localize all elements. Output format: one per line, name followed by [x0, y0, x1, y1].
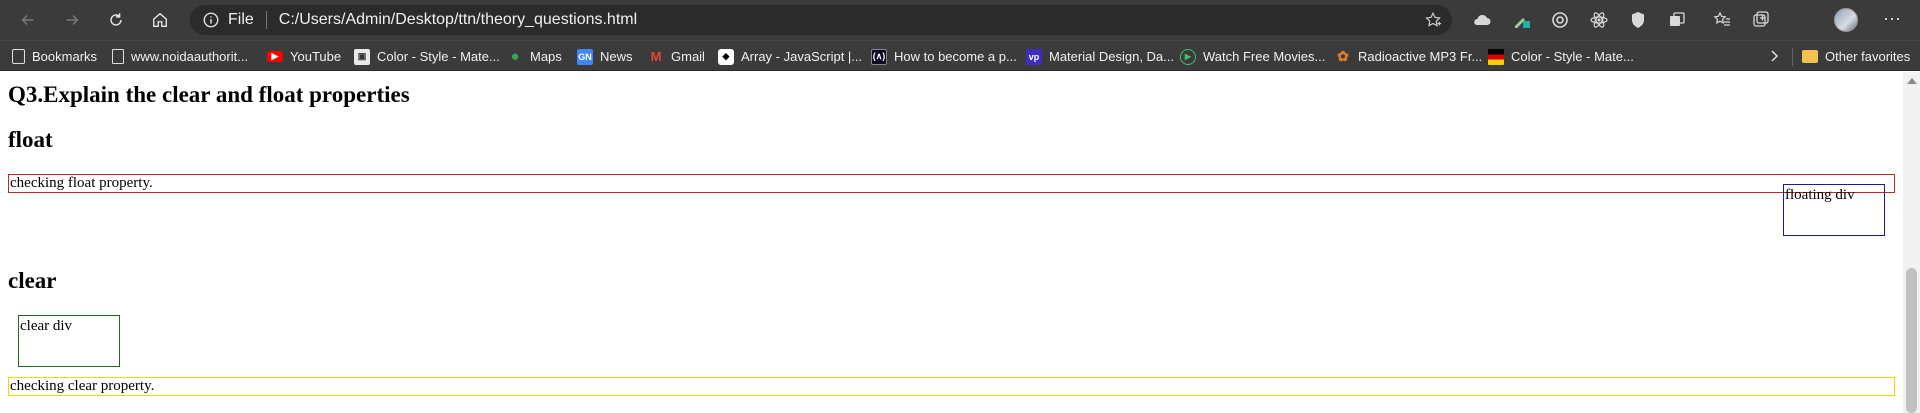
- bookmark-label: Material Design, Da...: [1049, 49, 1174, 64]
- arrow-left-icon: [21, 14, 34, 26]
- freecodecamp-icon: (∧): [871, 48, 887, 65]
- float-heading: float: [8, 127, 53, 152]
- maps-icon: ●: [510, 48, 520, 65]
- profile-avatar[interactable]: [1834, 8, 1858, 32]
- scroll-up-arrow-icon[interactable]: [1907, 78, 1917, 84]
- bookmark-item[interactable]: ◆ Array - JavaScript |...: [718, 41, 862, 72]
- bookmark-label: News: [600, 49, 633, 64]
- bookmark-label: Maps: [530, 49, 562, 64]
- bookmark-label: www.noidaauthorit...: [131, 49, 249, 64]
- bookmarks-icon: [12, 49, 25, 64]
- bookmark-item[interactable]: ✿ Radioactive MP3 Fr...: [1335, 41, 1482, 72]
- bookmark-item[interactable]: www.noidaauthorit...: [112, 41, 248, 72]
- arrow-right-icon: [66, 14, 79, 26]
- scroll-thumb[interactable]: [1906, 268, 1917, 413]
- bookmark-item[interactable]: (∧) How to become a p...: [871, 41, 1017, 72]
- home-button[interactable]: [146, 6, 174, 34]
- react-devtools-icon[interactable]: [1587, 8, 1611, 32]
- home-icon: [153, 12, 167, 27]
- bookmark-label: How to become a p...: [894, 49, 1017, 64]
- forward-button[interactable]: [58, 6, 86, 34]
- cloud-extension-icon[interactable]: [1470, 8, 1494, 32]
- clear-heading: clear: [8, 268, 57, 293]
- eyedropper-extension-icon[interactable]: [1509, 8, 1533, 32]
- play-circle-icon: ▶: [1180, 48, 1196, 65]
- flag-icon: [1488, 48, 1504, 65]
- page-icon: [112, 49, 124, 64]
- add-favorite-icon[interactable]: [1424, 11, 1442, 29]
- address-url[interactable]: C:/Users/Admin/Desktop/ttn/theory_questi…: [279, 11, 637, 29]
- back-button[interactable]: [14, 6, 42, 34]
- bookmark-label: Color - Style - Mate...: [377, 49, 500, 64]
- gmail-icon: M: [650, 49, 662, 64]
- bookmark-label: Array - JavaScript |...: [741, 49, 863, 64]
- material-icon: ▣: [354, 48, 370, 65]
- other-favorites[interactable]: Other favorites: [1802, 41, 1910, 72]
- clear-paragraph: checking clear property.: [8, 377, 1895, 396]
- bookmark-item[interactable]: ● Maps: [507, 41, 562, 72]
- vp-icon: vp: [1026, 48, 1042, 65]
- other-favorites-label: Other favorites: [1825, 49, 1911, 64]
- page-content: Q3.Explain the clear and float propertie…: [0, 72, 1903, 413]
- vertical-scrollbar[interactable]: [1903, 72, 1920, 413]
- info-icon[interactable]: [202, 11, 220, 29]
- address-divider: [265, 11, 267, 29]
- refresh-button[interactable]: [102, 6, 130, 34]
- bookmark-item[interactable]: Bookmarks: [12, 41, 97, 72]
- bookmark-item[interactable]: ▶ YouTube: [267, 41, 341, 72]
- target-extension-icon[interactable]: [1548, 8, 1572, 32]
- bookmarks-bar: Bookmarks www.noidaauthorit... ▶ YouTube…: [0, 40, 1920, 71]
- bookmarks-divider: [1792, 48, 1793, 66]
- news-icon: GN: [577, 48, 593, 65]
- bookmark-label: Radioactive MP3 Fr...: [1358, 49, 1483, 64]
- bookmark-item[interactable]: GN News: [577, 41, 633, 72]
- extensions-area: [1470, 8, 1788, 32]
- bookmark-label: Bookmarks: [32, 49, 98, 64]
- youtube-icon: ▶: [267, 51, 283, 62]
- collections-extension-icon[interactable]: [1665, 8, 1689, 32]
- refresh-icon: [110, 13, 122, 26]
- float-paragraph: checking float property.: [8, 174, 1895, 193]
- clear-div: clear div: [18, 315, 120, 367]
- favorites-icon[interactable]: [1710, 8, 1734, 32]
- question-heading: Q3.Explain the clear and float propertie…: [8, 82, 410, 107]
- collections-icon[interactable]: [1749, 8, 1773, 32]
- address-bar[interactable]: File C:/Users/Admin/Desktop/ttn/theory_q…: [190, 5, 1452, 35]
- bookmark-item[interactable]: vp Material Design, Da...: [1026, 41, 1174, 72]
- bookmark-item[interactable]: Color - Style - Mate...: [1488, 41, 1634, 72]
- folder-icon: [1802, 50, 1818, 63]
- more-options-icon[interactable]: ⋯: [1880, 8, 1904, 32]
- browser-toolbar: File C:/Users/Admin/Desktop/ttn/theory_q…: [0, 0, 1920, 40]
- bookmark-item[interactable]: M Gmail: [648, 41, 705, 72]
- bookmark-label: Watch Free Movies...: [1203, 49, 1326, 64]
- shield-extension-icon[interactable]: [1626, 8, 1650, 32]
- bookmark-item[interactable]: ▶ Watch Free Movies...: [1180, 41, 1325, 72]
- mdn-icon: ◆: [718, 48, 734, 65]
- chevron-right-icon[interactable]: [1766, 48, 1782, 64]
- bookmark-label: Gmail: [671, 49, 705, 64]
- floating-div: floating div: [1783, 184, 1885, 236]
- paw-icon: ✿: [1337, 48, 1349, 64]
- bookmark-item[interactable]: ▣ Color - Style - Mate...: [354, 41, 500, 72]
- bookmark-label: YouTube: [290, 49, 342, 64]
- address-scheme: File: [228, 11, 254, 28]
- bookmark-label: Color - Style - Mate...: [1511, 49, 1634, 64]
